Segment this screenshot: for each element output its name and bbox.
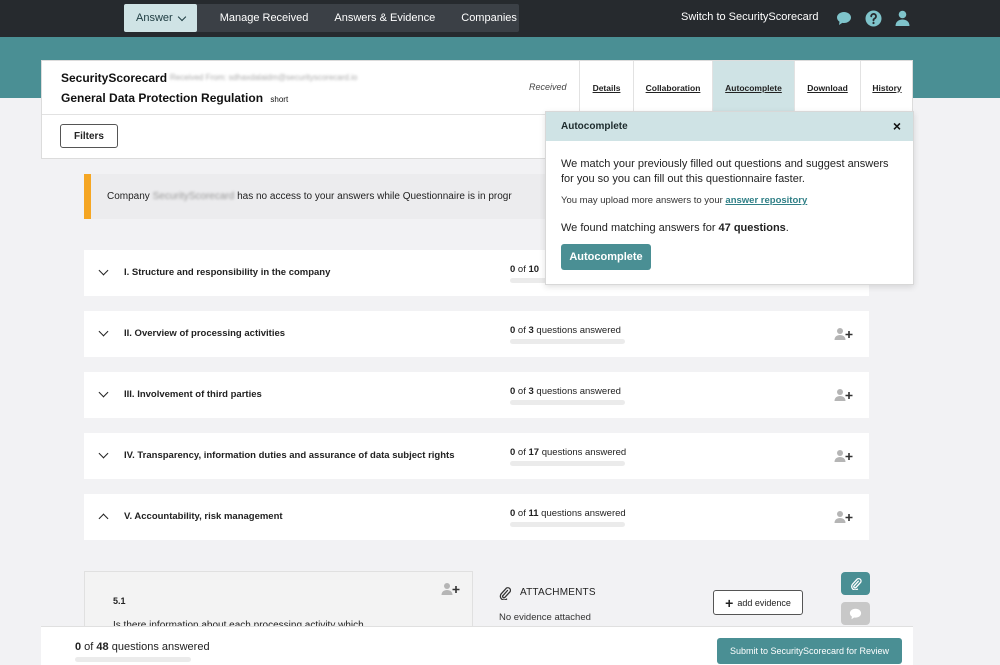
autocomplete-description: We match your previously filled out ques… — [561, 158, 889, 185]
nav-companies[interactable]: Companies — [448, 4, 530, 32]
upload-hint: You may upload more answers to your answ… — [561, 195, 807, 206]
tab-download[interactable]: Download — [794, 61, 860, 114]
section-row[interactable]: IV. Transparency, information duties and… — [84, 433, 869, 479]
comment-button[interactable] — [841, 602, 870, 625]
section-title: V. Accountability, risk management — [124, 511, 283, 522]
chevron-down-icon[interactable] — [98, 448, 109, 459]
attachments-title: ATTACHMENTS — [520, 587, 596, 598]
question-card: 5.1 Is there information about each proc… — [84, 571, 473, 631]
section-progress: 0 of 11 questions answered — [510, 508, 626, 519]
section-title: I. Structure and responsibility in the c… — [124, 267, 331, 278]
popover-header: Autocomplete × — [546, 112, 913, 141]
filters-button[interactable]: Filters — [60, 124, 118, 148]
received-from: Received From: sdhaxdalaidm@securityscor… — [170, 73, 358, 82]
section-row[interactable]: II. Overview of processing activities 0 … — [84, 311, 869, 357]
chevron-up-icon[interactable] — [98, 513, 109, 524]
question-number: 5.1 — [113, 596, 126, 606]
section-title: III. Involvement of third parties — [124, 389, 262, 400]
chat-icon[interactable] — [835, 9, 853, 27]
questionnaire-size: short — [270, 95, 289, 104]
section-row[interactable]: III. Involvement of third parties 0 of 3… — [84, 372, 869, 418]
questionnaire-name: General Data Protection Regulation — [61, 91, 264, 105]
upload-prefix: You may upload more answers to your — [561, 195, 726, 206]
nav-manage-received[interactable]: Manage Received — [207, 4, 322, 32]
section-progress: 0 of 10 — [510, 264, 540, 275]
access-notice: Company SecurityScorecard has no access … — [84, 174, 554, 219]
notice-suffix: has no access to your answers while Ques… — [237, 191, 512, 202]
popover-title: Autocomplete — [561, 121, 628, 132]
no-evidence-text: No evidence attached — [499, 612, 591, 623]
tab-details[interactable]: Details — [579, 61, 633, 114]
assign-user-icon[interactable] — [834, 388, 854, 402]
section-progress: 0 of 3 questions answered — [510, 325, 621, 336]
notice-company: SecurityScorecard — [152, 191, 235, 202]
section-progress-bar — [510, 400, 625, 405]
chevron-down-icon[interactable] — [98, 387, 109, 398]
total-progress: 0 of 48 questions answered — [75, 641, 210, 653]
company-name: SecurityScorecard — [61, 71, 168, 85]
tab-collaboration[interactable]: Collaboration — [633, 61, 712, 114]
tab-history[interactable]: History — [860, 61, 913, 114]
questionnaire-title: General Data Protection Regulation short — [61, 91, 288, 105]
autocomplete-button[interactable]: Autocomplete — [561, 244, 651, 270]
paperclip-icon — [850, 577, 862, 590]
section-title: II. Overview of processing activities — [124, 328, 286, 339]
comment-icon — [849, 608, 862, 619]
chevron-down-icon[interactable] — [98, 326, 109, 337]
nav-answers-evidence[interactable]: Answers & Evidence — [321, 4, 448, 32]
matches-prefix: We found matching answers for — [561, 222, 719, 234]
notice-text: Company SecurityScorecard has no access … — [107, 191, 512, 202]
matches-suffix: . — [785, 222, 789, 234]
plus-icon: + — [725, 594, 734, 611]
main-nav: Answer Manage Received Answers & Evidenc… — [124, 4, 519, 32]
notice-prefix: Company — [107, 191, 150, 202]
top-nav-bar: Answer Manage Received Answers & Evidenc… — [0, 0, 1000, 37]
status-label: Received — [529, 82, 567, 92]
chevron-down-icon[interactable] — [98, 265, 109, 276]
matches-count: 47 questions — [718, 222, 786, 234]
add-evidence-label: add evidence — [737, 597, 791, 608]
footer-bar: 0 of 48 questions answered Submit to Sec… — [41, 626, 913, 665]
help-icon[interactable] — [864, 9, 882, 27]
total-progress-bar — [75, 657, 191, 662]
tab-autocomplete[interactable]: Autocomplete — [712, 61, 794, 114]
paperclip-icon — [499, 587, 511, 600]
section-title: IV. Transparency, information duties and… — [124, 450, 455, 461]
nav-answer[interactable]: Answer — [124, 4, 197, 32]
assign-user-icon[interactable] — [834, 327, 854, 341]
attach-button[interactable] — [841, 572, 870, 595]
submit-for-review-button[interactable]: Submit to SecurityScorecard for Review — [717, 638, 902, 664]
assign-user-icon[interactable] — [441, 582, 461, 596]
nav-answer-label: Answer — [136, 12, 173, 24]
assign-user-icon[interactable] — [834, 510, 854, 524]
matches-found: We found matching answers for 47 questio… — [561, 222, 789, 234]
user-icon[interactable] — [893, 9, 911, 27]
section-progress-bar — [510, 522, 625, 527]
add-evidence-button[interactable]: + add evidence — [713, 590, 803, 615]
section-progress-bar — [510, 461, 625, 466]
section-progress: 0 of 3 questions answered — [510, 386, 621, 397]
section-progress: 0 of 17 questions answered — [510, 447, 627, 458]
section-progress-bar — [510, 339, 625, 344]
section-row[interactable]: V. Accountability, risk management 0 of … — [84, 494, 869, 540]
assign-user-icon[interactable] — [834, 449, 854, 463]
chevron-down-icon — [177, 12, 186, 21]
answer-repository-link[interactable]: answer repository — [725, 195, 807, 206]
switch-account-link[interactable]: Switch to SecurityScorecard — [681, 11, 819, 23]
close-icon[interactable]: × — [893, 118, 901, 134]
autocomplete-popover: Autocomplete × We match your previously … — [545, 111, 914, 285]
